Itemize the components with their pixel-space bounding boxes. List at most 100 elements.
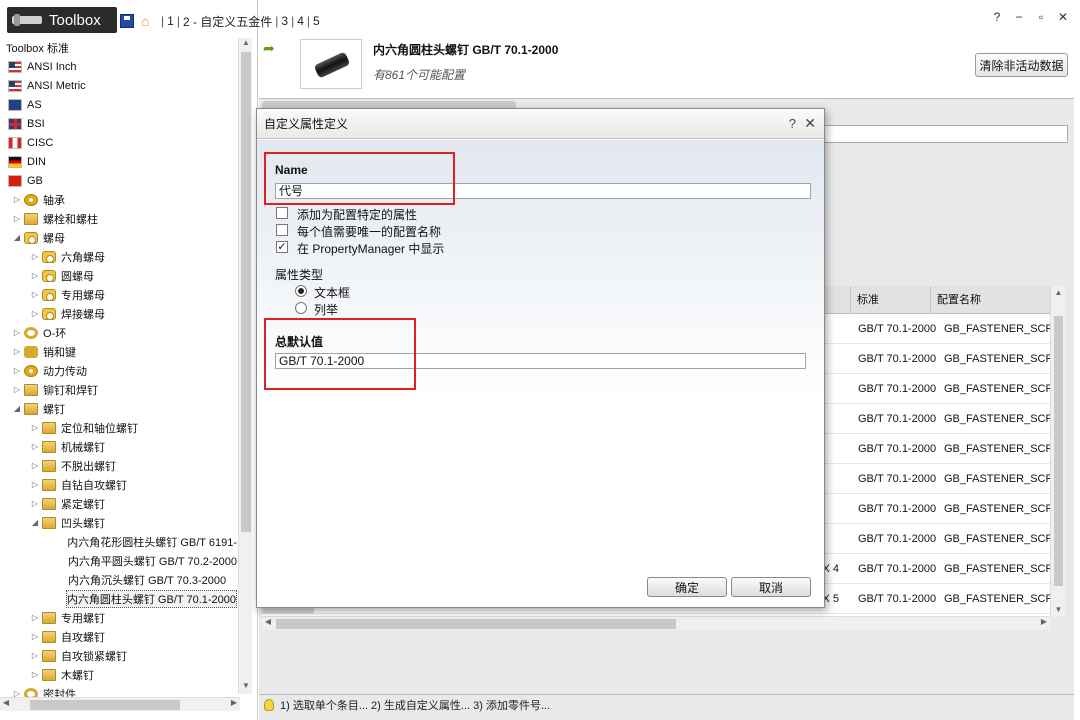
tree-item[interactable]: ▷ 定位和轴位螺钉 xyxy=(0,418,237,437)
breadcrumb-step-1[interactable]: 1 xyxy=(164,14,177,28)
name-input[interactable]: 代号 xyxy=(275,183,811,199)
expand-arrow-icon[interactable]: ▷ xyxy=(30,651,40,660)
tree-item[interactable]: ◢ 凹头螺钉 xyxy=(0,513,237,532)
tree-item[interactable]: BSI xyxy=(0,114,237,133)
tree-item[interactable]: ◢ 螺钉 xyxy=(0,399,237,418)
scroll-left-icon[interactable]: ◀ xyxy=(262,617,274,626)
tree-item[interactable]: ▷ 专用螺钉 xyxy=(0,608,237,627)
property-field[interactable] xyxy=(822,125,1068,143)
tree-item[interactable]: 内六角花形圆柱头螺钉 GB/T 6191- xyxy=(0,532,237,551)
scroll-thumb[interactable] xyxy=(30,700,180,710)
expand-arrow-icon[interactable]: ▷ xyxy=(30,423,40,432)
expand-arrow-icon[interactable]: ▷ xyxy=(12,214,22,223)
tree-item[interactable]: ▷ 紧定螺钉 xyxy=(0,494,237,513)
tree-vertical-scrollbar[interactable]: ▲ ▼ xyxy=(238,38,252,694)
save-icon[interactable] xyxy=(120,14,134,28)
tree-item[interactable]: ▷ 轴承 xyxy=(0,190,237,209)
help-icon[interactable]: ? xyxy=(990,10,1004,24)
scroll-down-icon[interactable]: ▼ xyxy=(1051,605,1066,614)
collapse-arrow-icon[interactable]: ◢ xyxy=(12,233,22,242)
collapse-arrow-icon[interactable]: ◢ xyxy=(30,518,40,527)
expand-arrow-icon[interactable]: ▷ xyxy=(30,480,40,489)
breadcrumb-step-5[interactable]: 5 xyxy=(310,14,323,28)
expand-arrow-icon[interactable]: ▷ xyxy=(30,670,40,679)
breadcrumb-step-2[interactable]: 2 - 自定义五金件 xyxy=(180,13,275,30)
tree-item[interactable]: ▷ 自攻锁紧螺钉 xyxy=(0,646,237,665)
tree-item[interactable]: ▷ 自攻螺钉 xyxy=(0,627,237,646)
tree-item[interactable]: ▷ 木螺钉 xyxy=(0,665,237,684)
home-icon[interactable]: ⌂ xyxy=(141,14,157,28)
unique-config-name-checkbox[interactable] xyxy=(276,224,288,236)
table-vertical-scrollbar[interactable]: ▲ ▼ xyxy=(1050,286,1065,616)
expand-arrow-icon[interactable]: ▷ xyxy=(30,499,40,508)
tree-item[interactable]: ▷ O-环 xyxy=(0,323,237,342)
scroll-right-icon[interactable]: ▶ xyxy=(1038,617,1050,626)
tree-horizontal-scrollbar[interactable]: ◀ ▶ xyxy=(0,697,240,711)
scroll-up-icon[interactable]: ▲ xyxy=(1051,288,1066,297)
back-arrow-icon[interactable]: ➦ xyxy=(263,40,275,57)
dialog-titlebar[interactable]: 自定义属性定义 ? ✕ xyxy=(257,109,824,139)
expand-arrow-icon[interactable]: ▷ xyxy=(30,461,40,470)
tree-item[interactable]: ▷ 动力传动 xyxy=(0,361,237,380)
scroll-thumb[interactable] xyxy=(276,619,676,629)
expand-arrow-icon[interactable]: ▷ xyxy=(12,195,22,204)
restore-icon[interactable]: ▫ xyxy=(1034,10,1048,24)
expand-arrow-icon[interactable]: ▷ xyxy=(12,385,22,394)
scroll-thumb[interactable] xyxy=(241,52,251,532)
scroll-left-icon[interactable]: ◀ xyxy=(0,698,12,707)
scroll-down-icon[interactable]: ▼ xyxy=(239,681,253,694)
expand-arrow-icon[interactable]: ▷ xyxy=(30,309,40,318)
expand-arrow-icon[interactable]: ▷ xyxy=(30,632,40,641)
tree-item[interactable]: CISC xyxy=(0,133,237,152)
tree-item[interactable]: ▷ 自钻自攻螺钉 xyxy=(0,475,237,494)
tree-item[interactable]: ▷ 圆螺母 xyxy=(0,266,237,285)
tree-item[interactable]: ▷ 机械螺钉 xyxy=(0,437,237,456)
breadcrumb-step-3[interactable]: 3 xyxy=(278,14,291,28)
config-specific-checkbox[interactable] xyxy=(276,207,288,219)
show-in-propertymanager-checkbox[interactable]: ✓ xyxy=(276,241,288,253)
column-header-standard[interactable]: 标准 xyxy=(850,286,930,314)
collapse-arrow-icon[interactable]: ◢ xyxy=(12,404,22,413)
expand-arrow-icon[interactable]: ▷ xyxy=(30,613,40,622)
tree-item[interactable]: 内六角沉头螺钉 GB/T 70.3-2000 xyxy=(0,570,237,589)
textbox-radio[interactable] xyxy=(295,285,307,297)
toolbox-header[interactable]: Toolbox xyxy=(7,7,117,33)
expand-arrow-icon[interactable]: ▷ xyxy=(12,347,22,356)
tree-item[interactable]: ▷ 六角螺母 xyxy=(0,247,237,266)
scroll-right-icon[interactable]: ▶ xyxy=(228,698,240,707)
expand-arrow-icon[interactable]: ▷ xyxy=(12,366,22,375)
tree-item[interactable]: ▷ 焊接螺母 xyxy=(0,304,237,323)
tree-item[interactable]: ▷ 销和键 xyxy=(0,342,237,361)
tree-item[interactable]: AS xyxy=(0,95,237,114)
breadcrumb-step-4[interactable]: 4 xyxy=(294,14,307,28)
default-value-input[interactable]: GB/T 70.1-2000 xyxy=(275,353,806,369)
expand-arrow-icon[interactable]: ▷ xyxy=(30,442,40,451)
ok-button[interactable]: 确定 xyxy=(647,577,727,597)
help-icon[interactable]: ? xyxy=(789,116,796,131)
tree-item[interactable]: ▷ 密封件 xyxy=(0,684,237,698)
tree-item[interactable]: ▷ 不脱出螺钉 xyxy=(0,456,237,475)
tree-item[interactable]: ▷ 专用螺母 xyxy=(0,285,237,304)
scroll-up-icon[interactable]: ▲ xyxy=(239,38,253,51)
expand-arrow-icon[interactable]: ▷ xyxy=(12,328,22,337)
tree-item[interactable]: ▷ 螺栓和螺柱 xyxy=(0,209,237,228)
table-horizontal-scrollbar[interactable]: ◀ ▶ xyxy=(262,616,1050,630)
tree-item[interactable]: ◢ 螺母 xyxy=(0,228,237,247)
cancel-button[interactable]: 取消 xyxy=(731,577,811,597)
minimize-icon[interactable]: − xyxy=(1012,10,1026,24)
close-icon[interactable]: ✕ xyxy=(804,115,816,132)
scroll-thumb[interactable] xyxy=(1054,316,1063,586)
column-header-config-name[interactable]: 配置名称 xyxy=(930,286,1050,314)
tree-item[interactable]: 内六角平圆头螺钉 GB/T 70.2-2000 xyxy=(0,551,237,570)
tree-item[interactable]: Toolbox 标准 xyxy=(0,38,237,57)
tree-item[interactable]: ANSI Inch xyxy=(0,57,237,76)
list-radio[interactable] xyxy=(295,302,307,314)
close-icon[interactable]: ✕ xyxy=(1056,10,1070,24)
expand-arrow-icon[interactable]: ▷ xyxy=(30,271,40,280)
tree-item[interactable]: DIN xyxy=(0,152,237,171)
tree-item[interactable]: ▷ 铆钉和焊钉 xyxy=(0,380,237,399)
tree-item[interactable]: GB xyxy=(0,171,237,190)
expand-arrow-icon[interactable]: ▷ xyxy=(30,252,40,261)
tree-item[interactable]: 内六角圆柱头螺钉 GB/T 70.1-2000 xyxy=(0,589,237,608)
expand-arrow-icon[interactable]: ▷ xyxy=(30,290,40,299)
